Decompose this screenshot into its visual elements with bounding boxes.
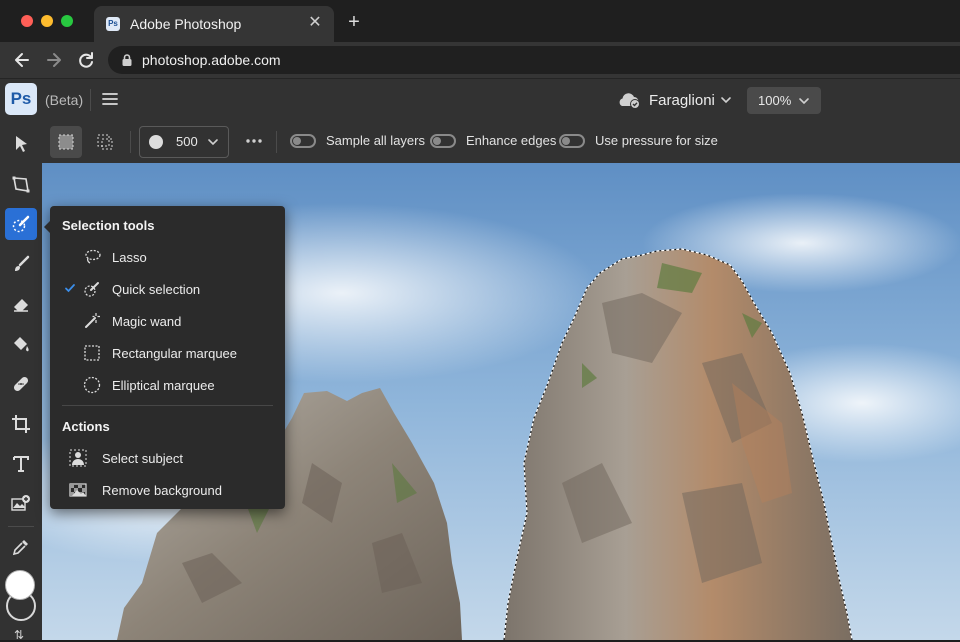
quick-selection-icon xyxy=(84,282,99,297)
url-field[interactable]: photoshop.adobe.com xyxy=(108,46,960,74)
window-minimize-button[interactable] xyxy=(41,15,53,27)
menu-item-select-subject[interactable]: Select subject xyxy=(50,443,285,473)
foreground-color-swatch[interactable] xyxy=(5,570,35,600)
select-subject-icon xyxy=(69,449,87,467)
divider xyxy=(90,89,91,111)
zoom-value: 100% xyxy=(758,93,792,108)
window-close-button[interactable] xyxy=(21,15,33,27)
enhance-edges-label: Enhance edges xyxy=(466,133,557,148)
sample-all-layers-label: Sample all layers xyxy=(326,133,425,148)
quick-selection-tool-icon[interactable] xyxy=(5,208,37,240)
new-selection-mode-button[interactable] xyxy=(50,126,82,158)
menu-item-quick-selection[interactable]: Quick selection xyxy=(50,274,285,304)
paint-bucket-icon[interactable] xyxy=(5,328,37,360)
browser-address-bar: photoshop.adobe.com xyxy=(0,42,960,78)
actions-heading: Actions xyxy=(62,419,110,434)
brush-size-dropdown[interactable]: 500 xyxy=(139,126,229,158)
sample-all-layers-toggle[interactable] xyxy=(290,134,316,148)
add-to-selection-mode-button[interactable] xyxy=(89,126,121,158)
use-pressure-toggle[interactable] xyxy=(559,134,585,148)
selection-tools-heading: Selection tools xyxy=(62,218,155,233)
plus-icon[interactable]: + xyxy=(344,12,364,32)
zoom-dropdown[interactable]: 100% xyxy=(747,87,821,114)
forward-arrow-icon[interactable] xyxy=(44,50,64,70)
remove-background-icon xyxy=(69,483,87,497)
transform-tool-icon[interactable] xyxy=(5,168,37,200)
chevron-down-icon[interactable] xyxy=(719,93,733,107)
menu-item-rectangular-marquee[interactable]: Rectangular marquee xyxy=(50,338,285,368)
menu-item-lasso[interactable]: Lasso xyxy=(50,242,285,272)
lock-icon xyxy=(122,54,132,66)
enhance-edges-toggle[interactable] xyxy=(430,134,456,148)
left-toolbar: ⇅ xyxy=(0,121,42,641)
divider xyxy=(130,131,131,153)
divider xyxy=(276,131,277,153)
divider xyxy=(8,526,34,527)
menu-item-elliptical-marquee[interactable]: Elliptical marquee xyxy=(50,370,285,400)
url-text: photoshop.adobe.com xyxy=(142,52,281,68)
window-zoom-button[interactable] xyxy=(61,15,73,27)
reload-icon[interactable] xyxy=(76,50,96,70)
photoshop-logo[interactable]: Ps xyxy=(5,83,37,115)
tab-title: Adobe Photoshop xyxy=(130,16,242,32)
app-header: Ps (Beta) Faraglioni 100% xyxy=(0,78,960,121)
add-image-icon[interactable] xyxy=(5,488,37,520)
cloud-saved-icon xyxy=(619,93,640,109)
photoshop-favicon-icon: Ps xyxy=(106,17,120,31)
back-arrow-icon[interactable] xyxy=(12,50,32,70)
menu-divider xyxy=(62,405,273,406)
browser-tab[interactable]: Ps Adobe Photoshop ✕ xyxy=(94,6,334,42)
selection-tools-flyout: Selection tools Lasso Quick selection Ma… xyxy=(44,206,285,509)
browser-tab-bar: Ps Adobe Photoshop ✕ + xyxy=(0,0,960,42)
menu-item-remove-background[interactable]: Remove background xyxy=(50,475,285,505)
brush-tool-icon[interactable] xyxy=(5,248,37,280)
checkmark-icon xyxy=(65,284,75,293)
menu-item-magic-wand[interactable]: Magic wand xyxy=(50,306,285,336)
hamburger-menu-icon[interactable] xyxy=(102,92,118,106)
healing-brush-icon[interactable] xyxy=(5,368,37,400)
eyedropper-icon[interactable] xyxy=(5,531,37,563)
more-options-icon[interactable] xyxy=(244,133,264,149)
close-icon[interactable]: ✕ xyxy=(306,14,324,32)
rectangular-marquee-icon xyxy=(84,345,100,361)
eraser-tool-icon[interactable] xyxy=(5,288,37,320)
beta-label: (Beta) xyxy=(45,92,84,108)
crop-tool-icon[interactable] xyxy=(5,408,37,440)
use-pressure-label: Use pressure for size xyxy=(595,133,718,148)
chevron-down-icon xyxy=(208,139,218,146)
brush-preview-icon xyxy=(149,135,163,149)
magic-wand-icon xyxy=(85,313,100,328)
document-name[interactable]: Faraglioni xyxy=(649,92,715,109)
move-tool-icon[interactable] xyxy=(5,128,37,160)
brush-size-value: 500 xyxy=(176,134,198,149)
swap-colors-icon[interactable]: ⇅ xyxy=(14,629,28,641)
tool-options-bar: 500 Sample all layers Enhance edges Use … xyxy=(42,121,960,163)
chevron-down-icon xyxy=(799,98,809,105)
elliptical-marquee-icon xyxy=(83,376,101,394)
flyout-pointer xyxy=(44,220,51,234)
lasso-icon xyxy=(85,249,101,264)
type-tool-icon[interactable] xyxy=(5,448,37,480)
